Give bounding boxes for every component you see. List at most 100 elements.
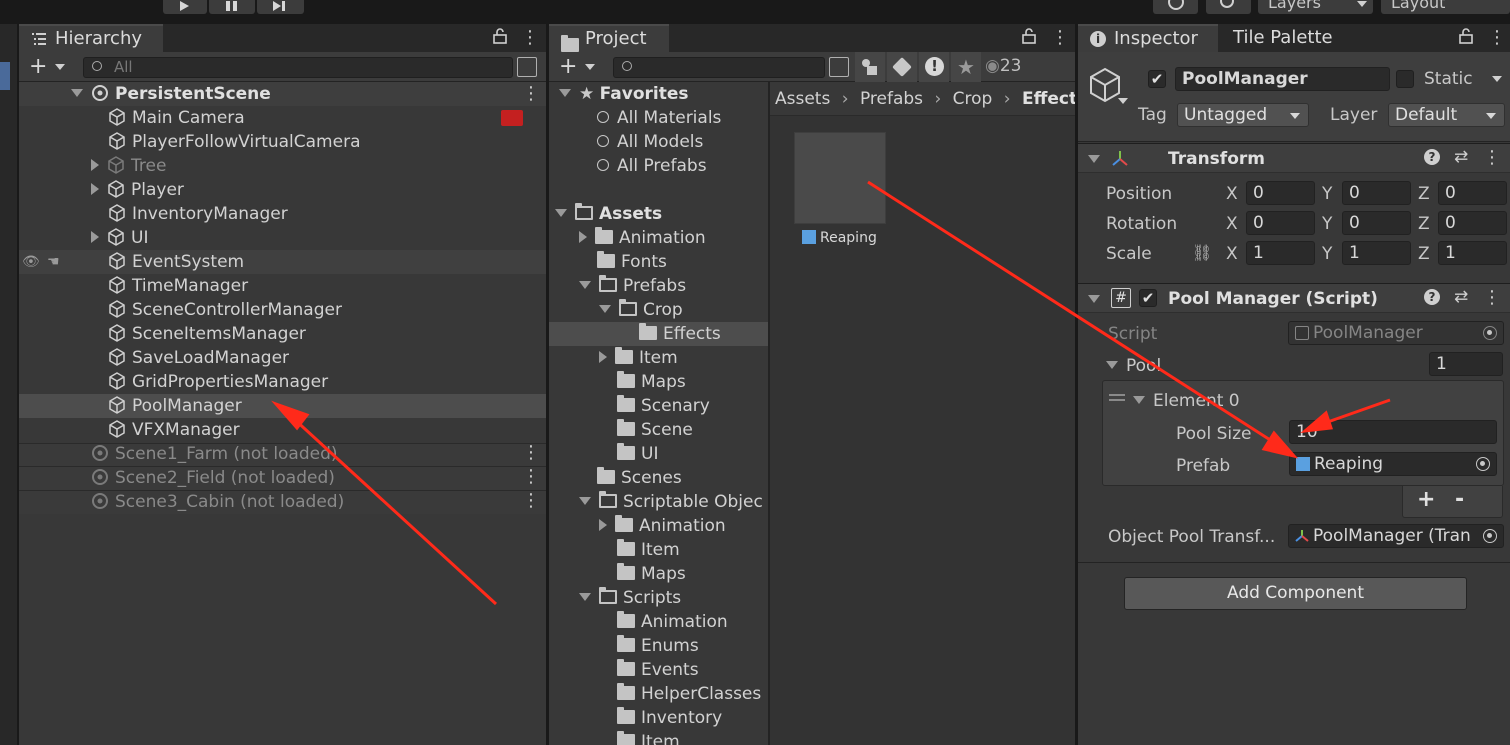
hierarchy-item-scene-items[interactable]: SceneItemsManager [108, 322, 306, 346]
tab-hierarchy[interactable]: Hierarchy [19, 24, 163, 52]
scene-menu-icon[interactable] [522, 490, 540, 511]
folder-item-effects[interactable]: Effects [639, 322, 721, 346]
scale-x-field[interactable]: 1 [1246, 241, 1315, 265]
preset-icon[interactable]: ⇄ [1454, 287, 1468, 307]
search-by-label-button[interactable] [887, 52, 917, 82]
axis-y-label[interactable]: Y [1322, 184, 1332, 204]
lock-icon[interactable] [493, 28, 507, 48]
hierarchy-item-vfx-manager[interactable]: VFXManager [108, 418, 240, 442]
hierarchy-item-player-follow-camera[interactable]: PlayerFollowVirtualCamera [108, 130, 361, 154]
favorite-star-icon[interactable]: ★ [951, 52, 981, 82]
object-name-field[interactable]: PoolManager [1175, 67, 1390, 91]
axis-z-label[interactable]: Z [1418, 184, 1430, 204]
folder-item[interactable]: Item [617, 538, 680, 562]
asset-thumbnail[interactable] [794, 132, 886, 224]
layer-dropdown[interactable]: Default [1388, 103, 1505, 127]
rotation-x-field[interactable]: 0 [1246, 211, 1315, 235]
pool-manager-header[interactable]: # ✔ Pool Manager (Script) ? ⇄ [1078, 283, 1510, 313]
folder-item[interactable]: Fonts [597, 250, 667, 274]
hierarchy-item-event-system[interactable]: EventSystem [108, 250, 244, 274]
add-element-button[interactable]: + [1417, 487, 1435, 512]
expand-arrow-icon[interactable] [91, 231, 99, 243]
favorite-item[interactable]: All Prefabs [597, 154, 707, 178]
tab-inspector[interactable]: i Inspector [1078, 24, 1218, 52]
history-button[interactable] [1153, 0, 1198, 14]
expand-arrow-icon[interactable] [579, 497, 591, 505]
prefab-field[interactable]: Reaping [1289, 452, 1497, 476]
position-y-field[interactable]: 0 [1342, 181, 1411, 205]
folder-item[interactable]: Item [617, 730, 680, 745]
axis-z-label[interactable]: Z [1418, 244, 1430, 264]
add-component-button[interactable]: Add Component [1124, 577, 1467, 610]
enabled-checkbox[interactable]: ✔ [1139, 289, 1157, 307]
log-button[interactable]: ! [919, 52, 949, 82]
hierarchy-item-grid-properties[interactable]: GridPropertiesManager [108, 370, 328, 394]
hierarchy-item-main-camera[interactable]: Main Camera [108, 106, 245, 130]
static-checkbox[interactable] [1396, 70, 1414, 88]
expand-arrow-icon[interactable] [91, 159, 99, 171]
element-0-label[interactable]: Element 0 [1133, 391, 1240, 411]
help-icon[interactable]: ? [1424, 289, 1440, 305]
pickable-hand-icon[interactable]: ☚ [47, 254, 60, 270]
axis-x-label[interactable]: X [1226, 184, 1238, 204]
chevron-down-icon[interactable] [1118, 98, 1128, 104]
folder-item[interactable]: Animation [579, 226, 706, 250]
folder-item[interactable]: Enums [617, 634, 699, 658]
favorite-item[interactable]: All Models [597, 130, 703, 154]
favorite-item[interactable]: All Materials [597, 106, 721, 130]
favorites-header[interactable]: ★ Favorites [559, 82, 689, 106]
constrain-proportions-icon[interactable]: ⛓ [1192, 243, 1212, 262]
visibility-count[interactable]: ◉23 [985, 56, 1021, 76]
search-by-type-button[interactable] [855, 52, 885, 82]
expand-arrow-icon[interactable] [91, 183, 99, 195]
project-menu-icon[interactable] [1051, 27, 1069, 48]
expand-arrow-icon[interactable] [559, 89, 571, 97]
folder-item[interactable]: Maps [617, 370, 686, 394]
expand-arrow-icon[interactable] [1133, 396, 1145, 404]
axis-x-label[interactable]: X [1226, 244, 1238, 264]
unloaded-scene-2[interactable]: Scene2_Field (not loaded) [91, 466, 335, 490]
assets-header[interactable]: Assets [555, 202, 662, 226]
pause-button[interactable] [209, 0, 255, 14]
expand-arrow-icon[interactable] [599, 519, 607, 531]
folder-item[interactable]: Animation [617, 610, 728, 634]
breadcrumb-item[interactable]: Assets [775, 89, 830, 109]
folder-item[interactable]: Scenary [617, 394, 710, 418]
lock-icon[interactable] [1022, 28, 1036, 48]
pool-size-field[interactable]: 10 [1289, 420, 1497, 444]
layout-dropdown[interactable]: Layout [1381, 0, 1510, 14]
maximize-icon[interactable] [517, 57, 537, 77]
unloaded-scene-3[interactable]: Scene3_Cabin (not loaded) [91, 490, 344, 514]
hierarchy-item-pool-manager[interactable]: PoolManager [108, 394, 242, 418]
active-checkbox[interactable]: ✔ [1148, 70, 1166, 88]
position-x-field[interactable]: 0 [1246, 181, 1315, 205]
component-menu-icon[interactable] [1483, 147, 1501, 168]
play-button[interactable] [163, 0, 207, 14]
component-menu-icon[interactable] [1483, 287, 1501, 308]
preset-icon[interactable]: ⇄ [1454, 147, 1468, 167]
breadcrumb-item[interactable]: Effect [1022, 89, 1075, 109]
project-search-input[interactable] [613, 57, 825, 78]
maximize-icon[interactable] [829, 57, 849, 77]
hierarchy-item-ui[interactable]: UI [91, 226, 148, 250]
folder-item[interactable]: Scripts [579, 586, 681, 610]
unloaded-scene-1[interactable]: Scene1_Farm (not loaded) [91, 442, 338, 466]
scene-menu-icon[interactable] [522, 466, 540, 487]
hierarchy-item-player[interactable]: Player [91, 178, 184, 202]
folder-item[interactable]: Item [599, 346, 678, 370]
scene-menu-icon[interactable] [522, 442, 540, 463]
hierarchy-item-scene-controller[interactable]: SceneControllerManager [108, 298, 342, 322]
expand-arrow-icon[interactable] [599, 305, 611, 313]
pool-label[interactable]: Pool [1106, 356, 1161, 376]
search-button[interactable] [1206, 0, 1251, 14]
hierarchy-menu-icon[interactable] [521, 27, 539, 48]
step-button[interactable] [257, 0, 304, 14]
hierarchy-item-inventory-manager[interactable]: InventoryManager [108, 202, 288, 226]
hierarchy-item-time-manager[interactable]: TimeManager [108, 274, 248, 298]
expand-arrow-icon[interactable] [555, 209, 567, 217]
help-icon[interactable]: ? [1424, 149, 1440, 165]
create-plus-icon[interactable]: + [29, 54, 47, 79]
folder-item[interactable]: UI [617, 442, 658, 466]
tab-tile-palette[interactable]: Tile Palette [1233, 24, 1333, 52]
folder-item[interactable]: Crop [599, 298, 683, 322]
